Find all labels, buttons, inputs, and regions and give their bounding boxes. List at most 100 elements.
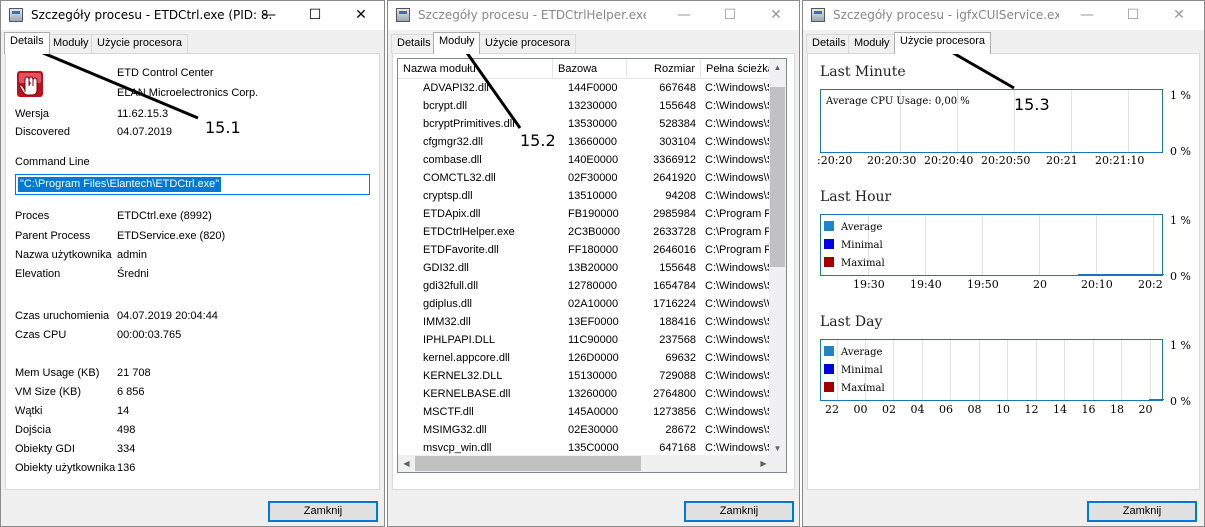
user-objects-value: 136 — [117, 462, 136, 474]
module-path: C:\Program Files — [705, 208, 772, 220]
annotation-label-15-3: 15.3 — [1014, 95, 1050, 114]
command-line-field[interactable]: "C:\Program Files\Elantech\ETDCtrl.exe" — [15, 174, 370, 195]
close-button[interactable]: Zamknij — [268, 501, 378, 522]
tab-strip: Details Moduły Użycie procesora — [803, 32, 1204, 54]
annotation-label-15-1: 15.1 — [205, 118, 241, 137]
minimize-button[interactable]: — — [661, 1, 707, 30]
module-size: 69632 — [665, 352, 696, 364]
last-hour-title: Last Hour — [820, 189, 892, 205]
column-size[interactable]: Rozmiar — [627, 59, 701, 79]
module-size: 28672 — [665, 424, 696, 436]
column-base[interactable]: Bazowa — [553, 59, 627, 79]
tab-details[interactable]: Details — [806, 34, 852, 53]
window-title: Szczegóły procesu - ETDCtrl.exe (PID: 8.… — [31, 8, 273, 22]
module-path: C:\Windows\Sys — [705, 136, 772, 148]
minimize-button[interactable]: — — [1064, 1, 1110, 30]
legend-minimal: Minimal — [824, 239, 883, 251]
module-row[interactable]: IMM32.dll13EF0000188416C:\Windows\Sys — [398, 313, 772, 331]
module-size: 1273856 — [653, 406, 696, 418]
module-row[interactable]: gdiplus.dll02A100001716224C:\Windows\Win — [398, 295, 772, 313]
module-row[interactable]: bcrypt.dll13230000155648C:\Windows\Sys — [398, 97, 772, 115]
tab-details[interactable]: Details — [391, 34, 437, 53]
module-row[interactable]: cryptsp.dll1351000094208C:\Windows\Sys — [398, 187, 772, 205]
module-path: C:\Windows\Sys — [705, 334, 772, 346]
process-value: ETDCtrl.exe (8992) — [117, 210, 212, 222]
modules-list[interactable]: Nazwa modułu Bazowa Rozmiar Pełna ścieżk… — [397, 58, 787, 473]
tab-modules[interactable]: Moduły — [433, 32, 481, 54]
vm-size-label: VM Size (KB) — [15, 386, 82, 398]
minimize-button[interactable]: — — [246, 1, 292, 30]
gdi-objects-label: Obiekty GDI — [15, 443, 75, 455]
version-value: 11.62.15.3 — [117, 108, 169, 120]
tab-modules[interactable]: Moduły — [47, 34, 95, 53]
threads-value: 14 — [117, 405, 130, 417]
module-row[interactable]: ADVAPI32.dll144F0000667648C:\Windows\Sys — [398, 79, 772, 97]
module-row[interactable]: GDI32.dll13B20000155648C:\Windows\Sys — [398, 259, 772, 277]
legend-average: Average — [824, 346, 882, 358]
minimal-swatch — [824, 364, 834, 374]
module-row[interactable]: ETDCtrlHelper.exe 2C3B0000 2633728 C:\Progr… — [398, 223, 772, 241]
module-row[interactable]: MSCTF.dll145A00001273856C:\Windows\Sys — [398, 403, 772, 421]
company-name: ELAN Microelectronics Corp. — [117, 87, 259, 99]
module-size: 2641920 — [653, 172, 696, 184]
horizontal-scroll-thumb[interactable] — [415, 456, 641, 471]
close-window-button[interactable]: ✕ — [338, 1, 384, 30]
module-path: C:\Windows\Sys — [705, 352, 772, 364]
column-module-name[interactable]: Nazwa modułu — [398, 59, 553, 79]
tab-details[interactable]: Details — [4, 32, 50, 54]
legend-minimal-label: Minimal — [841, 240, 883, 251]
scroll-left-icon[interactable]: ◀ — [398, 455, 415, 472]
legend-maximal: Maximal — [824, 257, 885, 269]
parent-process-value: ETDService.exe (820) — [117, 230, 226, 242]
module-size: 155648 — [659, 262, 696, 274]
column-full-path[interactable]: Pełna ścieżka — [701, 59, 772, 79]
module-row[interactable]: IPHLPAPI.DLL11C90000237568C:\Windows\Sys — [398, 331, 772, 349]
cpu-time-value: 00:00:03.765 — [117, 329, 182, 341]
module-row[interactable]: ETDApix.dllFB1900002985984C:\Program Fil… — [398, 205, 772, 223]
module-row[interactable]: ETDFavorite.dll FF180000 2646016 C:\Program… — [398, 241, 772, 259]
title-bar[interactable]: Szczegóły procesu - ETDCtrlHelper.exe (P… — [388, 1, 799, 30]
close-window-button[interactable]: ✕ — [1156, 1, 1202, 30]
close-button[interactable]: Zamknij — [684, 501, 794, 522]
version-label: Wersja — [15, 108, 50, 120]
module-row[interactable]: bcryptPrimitives.dll 13530000 528384 C:\Win… — [398, 115, 772, 133]
scroll-up-icon[interactable]: ▲ — [769, 59, 786, 76]
last-day-tick: 20 — [1138, 403, 1153, 416]
module-row[interactable]: gdi32full.dll127800001654784C:\Windows\S… — [398, 277, 772, 295]
module-name: ETDApix.dll — [423, 208, 481, 220]
module-row[interactable]: COMCTL32.dll02F300002641920C:\Windows\Wi… — [398, 169, 772, 187]
close-window-button[interactable]: ✕ — [753, 1, 799, 30]
module-row[interactable]: kernel.appcore.dll 126D0000 69632 C:\Window… — [398, 349, 772, 367]
maximize-button[interactable]: ☐ — [1110, 1, 1156, 30]
module-row[interactable]: MSIMG32.dll02E3000028672C:\Windows\Sys — [398, 421, 772, 439]
module-row[interactable]: KERNELBASE.dll 13260000 2764800 C:\Windows\… — [398, 385, 772, 403]
app-window-icon — [396, 8, 410, 22]
close-button[interactable]: Zamknij — [1087, 501, 1197, 522]
tab-modules[interactable]: Moduły — [848, 34, 896, 53]
module-name: IPHLPAPI.DLL — [423, 334, 495, 346]
vertical-scrollbar[interactable]: ▲ ▼ — [769, 59, 786, 457]
average-cpu-usage-text: Average CPU Usage: 0,00 % — [826, 96, 970, 107]
mem-usage-label: Mem Usage (KB) — [15, 367, 100, 379]
module-path: C:\Windows\Sys — [705, 388, 772, 400]
last-day-pct-bottom: 0 % — [1170, 395, 1191, 408]
module-row[interactable]: combase.dll140E00003366912C:\Windows\Sys — [398, 151, 772, 169]
module-row[interactable]: KERNEL32.DLL15130000729088C:\Windows\Sys — [398, 367, 772, 385]
module-path: C:\Windows\Sys — [705, 262, 772, 274]
horizontal-scrollbar[interactable]: ◀ ▶ — [398, 455, 772, 472]
legend-maximal-label: Maximal — [841, 383, 885, 394]
process-details-window-igfxcuiservice: Szczegóły procesu - igfxCUIService.exe (… — [802, 0, 1205, 527]
last-day-tick: 04 — [910, 403, 925, 416]
maximal-swatch — [824, 382, 834, 392]
title-bar[interactable]: Szczegóły procesu - igfxCUIService.exe (… — [803, 1, 1204, 30]
tab-cpu-usage[interactable]: Użycie procesora — [479, 34, 576, 53]
last-day-tick: 12 — [1024, 403, 1039, 416]
last-hour-pct-bottom: 0 % — [1170, 270, 1191, 283]
tab-cpu-usage[interactable]: Użycie procesora — [894, 32, 991, 54]
tab-cpu-usage[interactable]: Użycie procesora — [91, 34, 188, 53]
title-bar[interactable]: Szczegóły procesu - ETDCtrl.exe (PID: 8.… — [1, 1, 384, 30]
maximize-button[interactable]: ☐ — [707, 1, 753, 30]
vertical-scroll-thumb[interactable] — [770, 87, 785, 267]
module-row[interactable]: cfgmgr32.dll13660000303104C:\Windows\Sys — [398, 133, 772, 151]
maximize-button[interactable]: ☐ — [292, 1, 338, 30]
